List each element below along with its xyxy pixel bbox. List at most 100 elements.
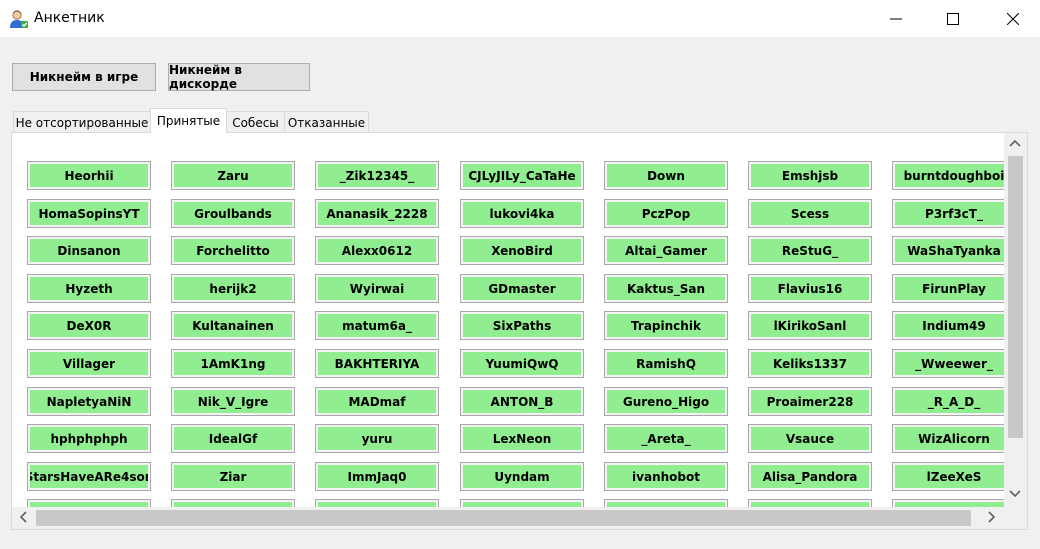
nickname-cell[interactable]: Altai_Gamer xyxy=(604,236,728,265)
nickname-cell[interactable] xyxy=(604,499,728,507)
nickname-cell[interactable]: Ananasik_2228 xyxy=(315,199,439,228)
nickname-cell[interactable]: Alexx0612 xyxy=(315,236,439,265)
nickname-cell[interactable]: Down xyxy=(604,161,728,190)
nickname-cell[interactable]: Uyndam xyxy=(460,462,584,491)
nickname-label: Kaktus_San xyxy=(607,277,725,300)
nickname-cell[interactable]: DeX0R xyxy=(27,311,151,340)
nickname-cell[interactable]: ivanhobot xyxy=(604,462,728,491)
nickname-cell[interactable]: _Areta_ xyxy=(604,424,728,453)
tab-interviews[interactable]: Собесы xyxy=(226,111,285,133)
nickname-cell[interactable]: YuumiQwQ xyxy=(460,349,584,378)
nickname-cell[interactable]: lKirikoSanl xyxy=(748,311,872,340)
horizontal-scroll-thumb[interactable] xyxy=(36,510,971,526)
close-icon xyxy=(1007,12,1019,25)
nickname-cell[interactable]: GDmaster xyxy=(460,274,584,303)
nickname-cell[interactable]: SixPaths xyxy=(460,311,584,340)
nickname-label: 1AmK1ng xyxy=(174,352,292,375)
nickname-cell[interactable]: Hyzeth xyxy=(27,274,151,303)
nickname-cell[interactable]: IdealGf xyxy=(171,424,295,453)
nickname-cell[interactable]: lukovi4ka xyxy=(460,199,584,228)
minimize-button[interactable] xyxy=(873,0,919,37)
nickname-cell[interactable]: lZeeXeS xyxy=(892,462,1004,491)
nickname-cell[interactable] xyxy=(315,499,439,507)
nickname-cell[interactable]: CJLyJILy_CaTaHe xyxy=(460,161,584,190)
nickname-cell[interactable]: Gureno_Higo xyxy=(604,387,728,416)
nickname-cell[interactable]: HomaSopinsYT xyxy=(27,199,151,228)
nickname-cell[interactable]: RamishQ xyxy=(604,349,728,378)
nickname-cell[interactable]: matum6a_ xyxy=(315,311,439,340)
nickname-cell[interactable]: burntdoughboi xyxy=(892,161,1004,190)
nickname-cell[interactable]: Alisa_Pandora xyxy=(748,462,872,491)
nickname-cell[interactable]: Nik_V_Igre xyxy=(171,387,295,416)
nickname-label: Uyndam xyxy=(463,465,581,488)
nickname-cell[interactable]: NapletyaNiN xyxy=(27,387,151,416)
nickname-cell[interactable] xyxy=(748,499,872,507)
nickname-cell[interactable]: Vsauce xyxy=(748,424,872,453)
nickname-cell[interactable] xyxy=(27,499,151,507)
nickname-cell[interactable]: Scess xyxy=(748,199,872,228)
nickname-cell[interactable]: MADmaf xyxy=(315,387,439,416)
chevron-left-icon[interactable] xyxy=(18,511,28,527)
maximize-button[interactable] xyxy=(930,0,976,37)
tab-unsorted[interactable]: Не отсортированные xyxy=(13,111,151,133)
nickname-label: burntdoughboi xyxy=(895,164,1004,187)
nickname-label: MADmaf xyxy=(318,390,436,413)
nickname-cell[interactable]: LexNeon xyxy=(460,424,584,453)
nickname-cell[interactable]: _R_A_D_ xyxy=(892,387,1004,416)
nickname-cell[interactable]: _Zik12345_ xyxy=(315,161,439,190)
nickname-cell[interactable]: Ziar xyxy=(171,462,295,491)
nickname-cell[interactable]: herijk2 xyxy=(171,274,295,303)
discord-nickname-button[interactable]: Никнейм в дискорде xyxy=(168,63,310,91)
nickname-label: Dinsanon xyxy=(30,239,148,262)
nickname-cell[interactable]: hphphphph xyxy=(27,424,151,453)
nickname-cell[interactable] xyxy=(892,499,1004,507)
horizontal-scrollbar[interactable] xyxy=(12,507,1004,529)
nickname-cell[interactable]: PczPop xyxy=(604,199,728,228)
nickname-cell[interactable] xyxy=(171,499,295,507)
nickname-cell[interactable]: Zaru xyxy=(171,161,295,190)
chevron-down-icon[interactable] xyxy=(1009,489,1021,503)
nickname-cell[interactable]: ReStuG_ xyxy=(748,236,872,265)
nickname-cell[interactable]: Trapinchik xyxy=(604,311,728,340)
nickname-cell[interactable]: Kaktus_San xyxy=(604,274,728,303)
nickname-cell[interactable]: _Wweewer_ xyxy=(892,349,1004,378)
nickname-cell[interactable]: Keliks1337 xyxy=(748,349,872,378)
nickname-label: Kultanainen xyxy=(174,314,292,337)
nickname-label: Alexx0612 xyxy=(318,239,436,262)
nickname-label: Hyzeth xyxy=(30,277,148,300)
nickname-cell[interactable]: Dinsanon xyxy=(27,236,151,265)
nickname-cell[interactable]: WaShaTyanka xyxy=(892,236,1004,265)
chevron-up-icon[interactable] xyxy=(1009,138,1021,152)
nickname-cell[interactable]: Wyirwai xyxy=(315,274,439,303)
nickname-cell[interactable]: ImmJaq0 xyxy=(315,462,439,491)
nickname-cell[interactable]: Emshjsb xyxy=(748,161,872,190)
nickname-label: Flavius16 xyxy=(751,277,869,300)
nickname-cell[interactable]: Proaimer228 xyxy=(748,387,872,416)
nickname-cell[interactable]: XenoBird xyxy=(460,236,584,265)
nickname-cell[interactable]: P3rf3cT_ xyxy=(892,199,1004,228)
nickname-cell[interactable]: Heorhii xyxy=(27,161,151,190)
nickname-cell[interactable]: Indium49 xyxy=(892,311,1004,340)
nickname-cell[interactable]: 1AmK1ng xyxy=(171,349,295,378)
close-button[interactable] xyxy=(990,0,1036,37)
nickname-label: Proaimer228 xyxy=(751,390,869,413)
nickname-cell[interactable]: Forchelitto xyxy=(171,236,295,265)
nickname-cell[interactable]: WizAlicorn xyxy=(892,424,1004,453)
tab-accepted[interactable]: Принятые xyxy=(150,108,227,133)
game-nickname-button[interactable]: Никнейм в игре xyxy=(12,63,156,91)
vertical-scrollbar[interactable] xyxy=(1004,133,1027,507)
nickname-label: NapletyaNiN xyxy=(30,390,148,413)
nickname-cell[interactable]: FirunPlay xyxy=(892,274,1004,303)
nickname-cell[interactable]: Villager xyxy=(27,349,151,378)
vertical-scroll-thumb[interactable] xyxy=(1008,156,1023,438)
chevron-right-icon[interactable] xyxy=(987,511,997,527)
nickname-cell[interactable]: Kultanainen xyxy=(171,311,295,340)
tab-rejected[interactable]: Отказанные xyxy=(284,111,369,133)
nickname-cell[interactable]: Flavius16 xyxy=(748,274,872,303)
nickname-cell[interactable]: ANTON_B xyxy=(460,387,584,416)
nickname-cell[interactable]: Groulbands xyxy=(171,199,295,228)
nickname-cell[interactable] xyxy=(460,499,584,507)
nickname-cell[interactable]: StarsHaveARe4son xyxy=(27,462,151,491)
nickname-cell[interactable]: yuru xyxy=(315,424,439,453)
nickname-cell[interactable]: BAKHTERIYA xyxy=(315,349,439,378)
